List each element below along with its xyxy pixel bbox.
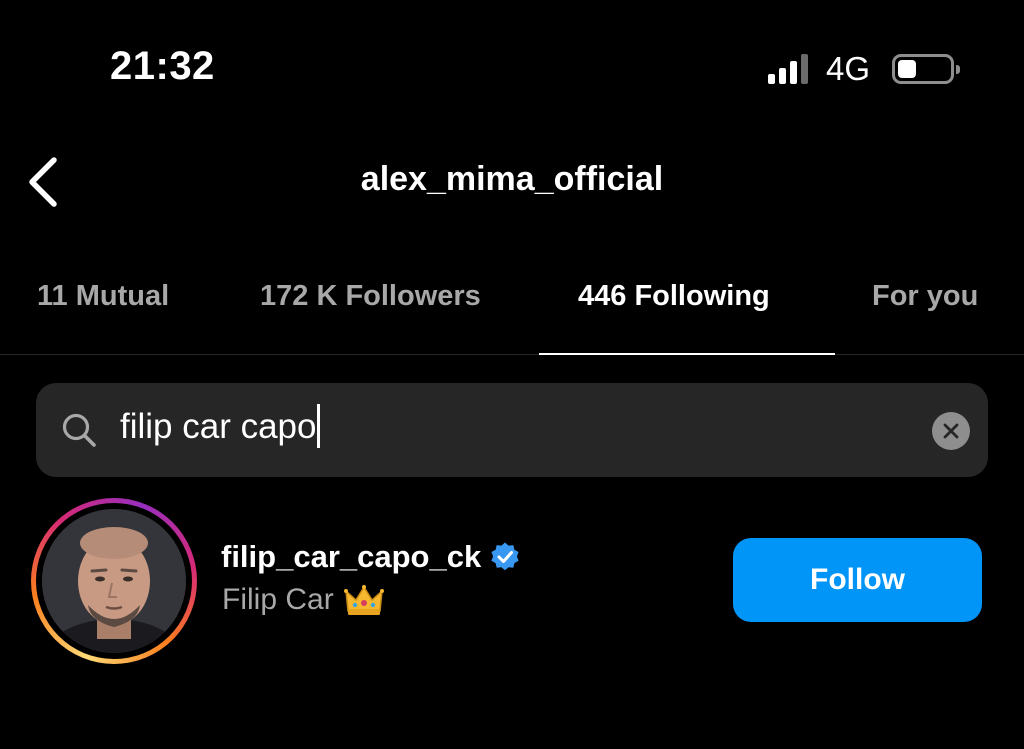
crown-emoji-icon — [343, 585, 384, 615]
clear-search-button[interactable] — [932, 412, 970, 450]
search-input[interactable]: filip car capo — [120, 403, 321, 448]
verified-badge-icon — [491, 542, 519, 571]
status-indicators: 4G — [767, 50, 960, 88]
username-line[interactable]: filip_car_capo_ck — [221, 539, 521, 575]
status-time: 21:32 — [110, 44, 215, 88]
avatar — [42, 509, 186, 653]
signal-strength-icon — [767, 54, 808, 84]
follow-button[interactable]: Follow — [733, 538, 982, 622]
tab-following[interactable]: 446 Following — [578, 280, 770, 313]
active-tab-indicator — [539, 353, 835, 355]
result-username: filip_car_capo_ck — [221, 539, 482, 574]
search-bar[interactable]: filip car capo — [36, 383, 988, 477]
page-title: alex_mima_official — [360, 160, 664, 198]
search-result-row[interactable]: filip_car_capo_ck Filip Car Follow — [0, 495, 1024, 665]
tab-bar: 11 Mutual 172 K Followers 446 Following … — [0, 268, 1024, 355]
fullname-line: Filip Car — [222, 583, 384, 617]
result-full-name: Filip Car — [222, 583, 334, 616]
network-type: 4G — [825, 50, 870, 87]
search-icon — [62, 413, 96, 447]
story-ring[interactable] — [31, 498, 197, 664]
tab-mutual[interactable]: 11 Mutual — [37, 280, 169, 313]
tab-for-you[interactable]: For you — [872, 280, 978, 313]
battery-icon — [892, 54, 960, 84]
search-input-value: filip car capo — [120, 407, 317, 446]
profile-photo — [42, 509, 186, 653]
text-cursor — [317, 403, 321, 448]
battery-level — [898, 60, 916, 78]
tab-followers[interactable]: 172 K Followers — [260, 280, 481, 313]
close-icon — [943, 423, 959, 439]
